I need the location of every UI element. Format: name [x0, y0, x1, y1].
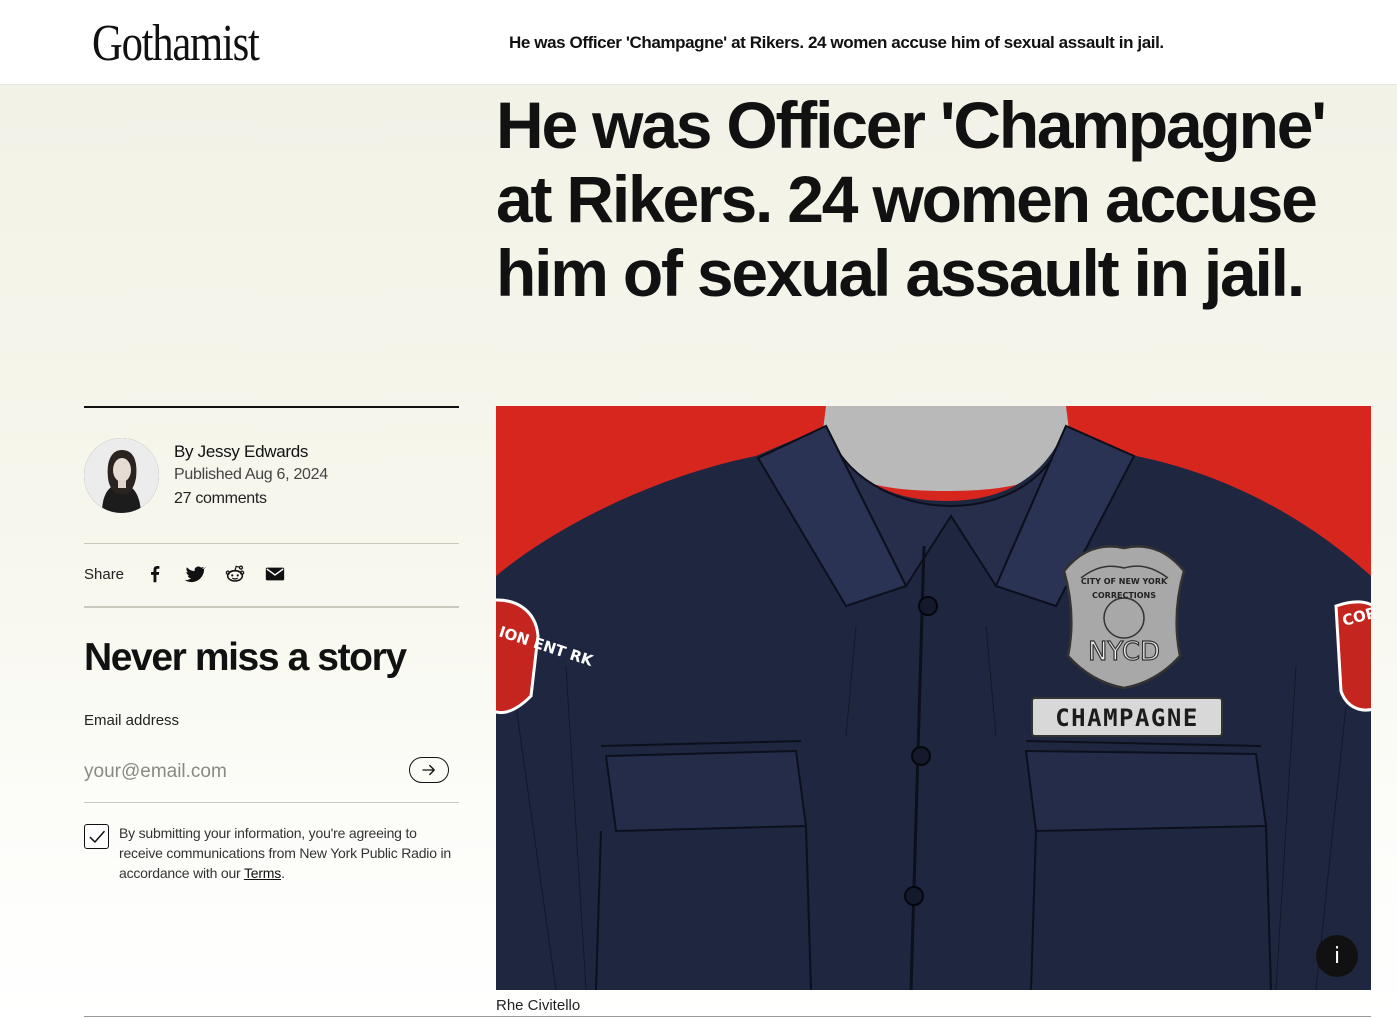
email-label: Email address	[84, 712, 180, 729]
divider	[84, 543, 459, 544]
publish-date: Published Aug 6, 2024	[174, 466, 328, 483]
arrow-right-icon	[422, 764, 435, 776]
badge-top-text: CITY OF NEW YORK	[1081, 577, 1168, 586]
corrections-badge: CITY OF NEW YORK CORRECTIONS NYCD	[1062, 545, 1186, 690]
author-name[interactable]: By Jessy Edwards	[174, 442, 308, 462]
image-credit: Rhe Civitello	[496, 997, 581, 1014]
bottom-rule	[84, 1016, 1371, 1017]
hero-illustration: ION ENT RK COR DEF CITY OF NEW YORK CORR…	[496, 406, 1371, 990]
consent-checkbox[interactable]	[84, 824, 109, 849]
divider	[84, 606, 459, 608]
checkmark-icon	[89, 830, 105, 843]
divider	[84, 802, 459, 803]
terms-link[interactable]: Terms	[244, 865, 281, 881]
reddit-icon[interactable]	[224, 563, 246, 585]
facebook-icon[interactable]	[144, 563, 166, 585]
consent-text: By submitting your information, you're a…	[119, 823, 459, 883]
sticky-headline: He was Officer 'Champagne' at Rikers. 24…	[509, 33, 1164, 52]
consent-body: By submitting your information, you're a…	[119, 825, 451, 881]
nametag-text: CHAMPAGNE	[1055, 704, 1199, 732]
share-bar: Share	[84, 560, 459, 590]
officer-uniform-illustration: ION ENT RK COR DEF CITY OF NEW YORK CORR…	[496, 406, 1371, 990]
author-avatar[interactable]	[84, 438, 159, 513]
newsletter-submit-button[interactable]	[409, 757, 449, 783]
nametag: CHAMPAGNE	[1031, 697, 1223, 737]
email-icon[interactable]	[264, 563, 286, 585]
top-bar: Gothamist He was Officer 'Champagne' at …	[0, 0, 1397, 85]
badge-bottom-text: NYCD	[1088, 637, 1160, 667]
newsletter-title: Never miss a story	[84, 636, 407, 679]
comments-link[interactable]: 27 comments	[174, 490, 267, 508]
sidebar-top-rule	[84, 406, 459, 408]
image-info-button[interactable]: i	[1316, 935, 1358, 977]
twitter-icon[interactable]	[184, 563, 206, 585]
gothamist-logo[interactable]: Gothamist	[92, 14, 260, 73]
consent-end: .	[281, 865, 285, 881]
share-label: Share	[84, 566, 125, 583]
article-headline: He was Officer 'Champagne' at Rikers. 24…	[496, 88, 1327, 310]
byline: By Jessy Edwards Published Aug 6, 2024 2…	[84, 438, 459, 514]
email-field[interactable]	[84, 756, 404, 788]
